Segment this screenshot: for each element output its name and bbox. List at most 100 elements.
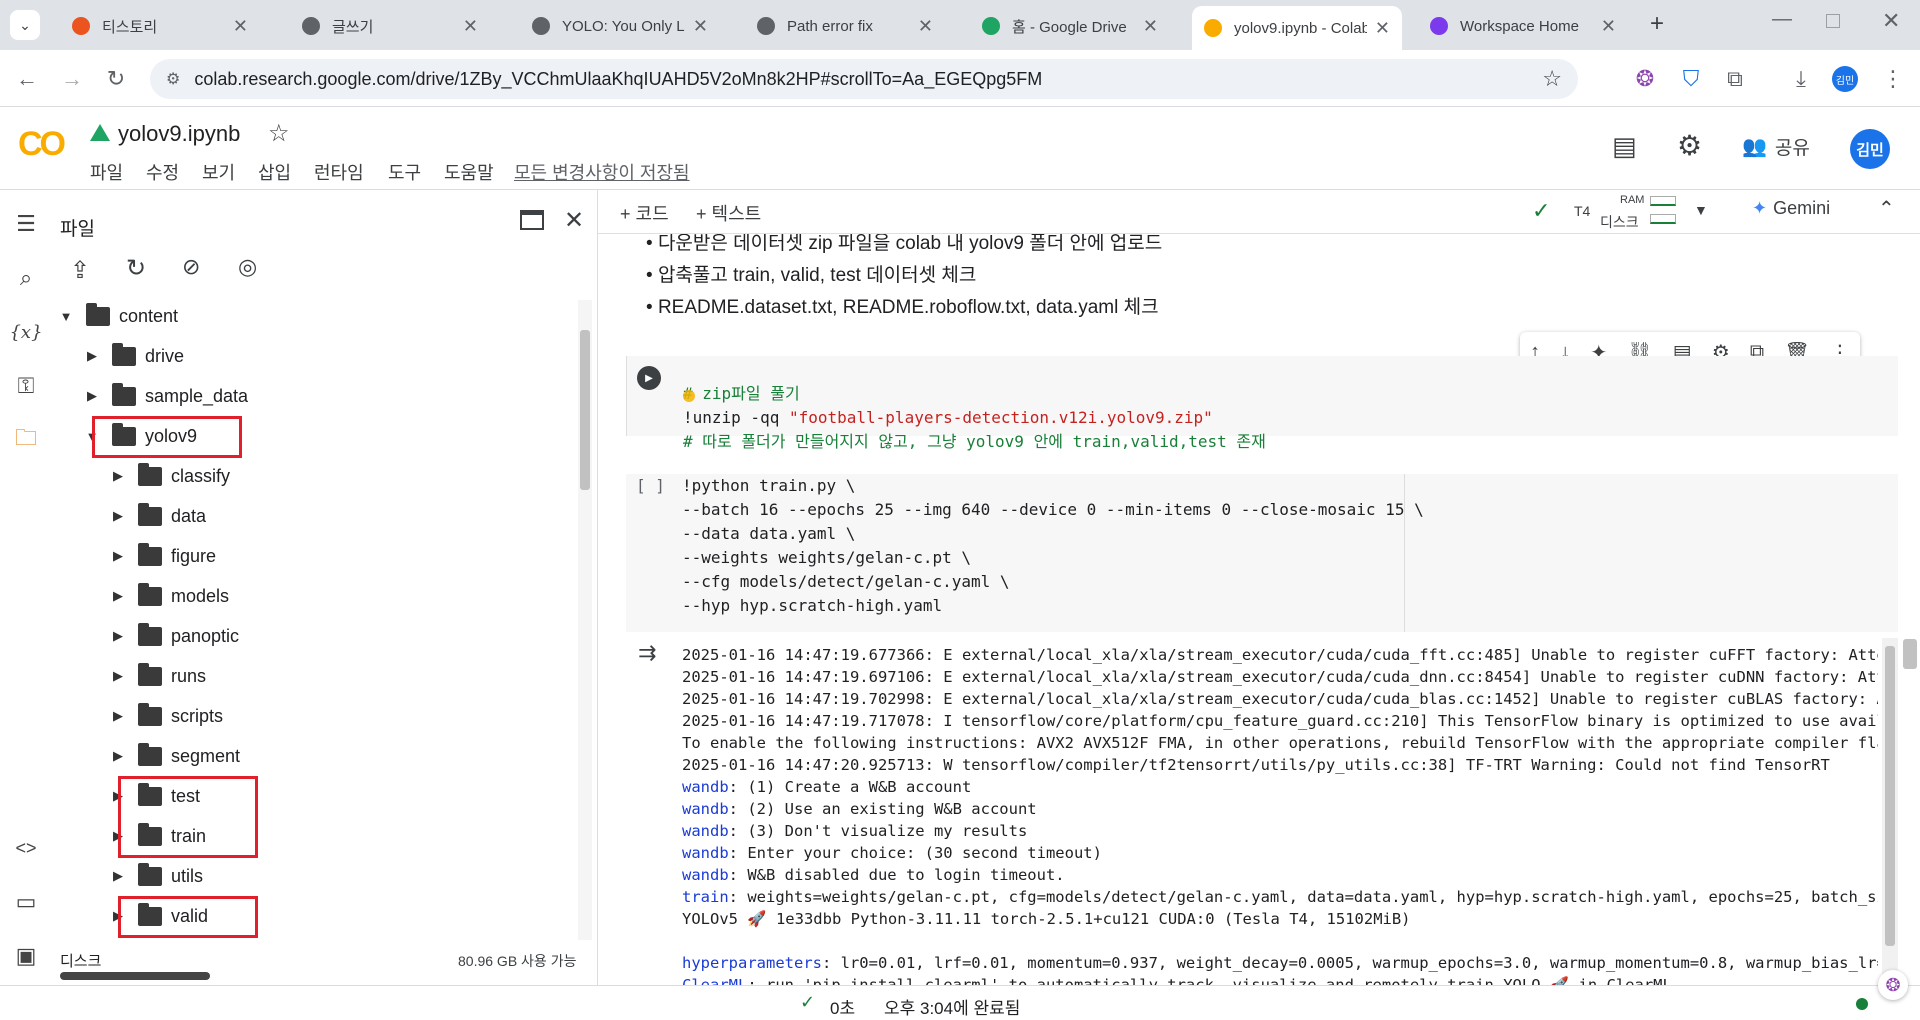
secrets-key-icon[interactable]: ⚿ bbox=[10, 370, 42, 402]
code-cell-unzip[interactable]: ▶ # zip파일 풀기 !unzip -qq "football-players… bbox=[626, 356, 1898, 451]
open-in-tab-icon[interactable] bbox=[520, 210, 544, 230]
menu-help[interactable]: 도움말 bbox=[444, 159, 494, 185]
expand-arrow-icon[interactable]: ▶ bbox=[108, 628, 128, 644]
star-icon[interactable]: ☆ bbox=[268, 119, 290, 148]
restore-icon[interactable] bbox=[1826, 14, 1840, 28]
back-icon[interactable]: ← bbox=[12, 64, 42, 94]
train-code[interactable]: !python train.py \ --batch 16 --epochs 25… bbox=[682, 474, 1424, 618]
close-tab-icon[interactable]: ✕ bbox=[693, 16, 708, 37]
folder-row[interactable]: ▶ utils bbox=[108, 858, 203, 894]
browser-tab[interactable]: Path error fix ✕ bbox=[745, 8, 945, 44]
close-window-icon[interactable]: ✕ bbox=[1882, 8, 1900, 34]
profile-avatar[interactable]: 김민 bbox=[1832, 66, 1858, 92]
site-info-icon[interactable]: ⚙ bbox=[166, 69, 180, 89]
extensions-puzzle-icon[interactable]: ⧉ bbox=[1720, 64, 1750, 94]
page-scrollbar[interactable] bbox=[1903, 639, 1917, 669]
gemini-button[interactable]: ✦ Gemini bbox=[1752, 198, 1830, 219]
browser-menu-icon[interactable]: ⋮ bbox=[1878, 64, 1908, 94]
browser-tab[interactable]: 티스토리 ✕ bbox=[60, 8, 260, 44]
close-tab-icon[interactable]: ✕ bbox=[1143, 16, 1158, 37]
expand-arrow-icon[interactable]: ▶ bbox=[108, 468, 128, 484]
folder-row[interactable]: ▶ drive bbox=[82, 338, 184, 374]
tree-scrollbar[interactable] bbox=[578, 300, 592, 940]
mount-drive-icon[interactable]: ⊘ bbox=[182, 254, 200, 280]
save-status[interactable]: 모든 변경사항이 저장됨 bbox=[514, 159, 690, 185]
gemini-floating-icon[interactable]: ❂ bbox=[1878, 970, 1908, 1000]
menu-insert[interactable]: 삽입 bbox=[258, 159, 291, 185]
folder-row[interactable]: ▶ segment bbox=[108, 738, 240, 774]
settings-gear-icon[interactable]: ⚙ bbox=[1677, 129, 1702, 162]
upload-icon[interactable]: ⇪ bbox=[70, 256, 90, 285]
search-icon[interactable]: ⌕ bbox=[10, 262, 42, 294]
folder-row[interactable]: ▶ classify bbox=[108, 458, 230, 494]
minimize-icon[interactable]: — bbox=[1772, 8, 1792, 31]
terminal-icon[interactable]: ▣ bbox=[10, 940, 42, 972]
browser-tab[interactable]: 홈 - Google Drive ✕ bbox=[970, 8, 1170, 44]
code-snippets-icon[interactable]: <> bbox=[10, 832, 42, 864]
hide-files-icon[interactable]: ◎ bbox=[238, 254, 257, 280]
reload-icon[interactable]: ↻ bbox=[101, 64, 131, 94]
expand-arrow-icon[interactable]: ▶ bbox=[82, 348, 102, 364]
code-cell-train[interactable]: [ ] !python train.py \ --batch 16 --epoch… bbox=[626, 474, 1898, 632]
horizontal-scrollbar[interactable] bbox=[60, 972, 210, 980]
folder-row[interactable]: ▶ sample_data bbox=[82, 378, 248, 414]
menu-view[interactable]: 보기 bbox=[202, 159, 235, 185]
account-avatar[interactable]: 김민 bbox=[1850, 129, 1890, 169]
menu-edit[interactable]: 수정 bbox=[146, 159, 179, 185]
tree-scroll-thumb[interactable] bbox=[580, 330, 590, 490]
output-scrollbar[interactable] bbox=[1882, 638, 1898, 985]
add-text-button[interactable]: + 텍스트 bbox=[696, 200, 761, 226]
close-tab-icon[interactable]: ✕ bbox=[1375, 18, 1390, 39]
browser-tab[interactable]: yolov9.ipynb - Colab ✕ bbox=[1192, 6, 1402, 50]
new-tab-button[interactable]: + bbox=[1650, 10, 1664, 38]
disk-meter[interactable] bbox=[1650, 214, 1676, 224]
close-tab-icon[interactable]: ✕ bbox=[918, 16, 933, 37]
ram-meter[interactable] bbox=[1650, 196, 1676, 206]
expand-arrow-icon[interactable]: ▶ bbox=[108, 548, 128, 564]
expand-arrow-icon[interactable]: ▶ bbox=[108, 508, 128, 524]
collapse-toolbar-icon[interactable]: ⌃ bbox=[1878, 196, 1895, 221]
colab-logo[interactable]: CO bbox=[18, 125, 66, 164]
tab-search-button[interactable]: ⌄ bbox=[10, 10, 40, 40]
refresh-icon[interactable]: ↻ bbox=[126, 254, 146, 283]
close-tab-icon[interactable]: ✕ bbox=[463, 16, 478, 37]
table-of-contents-icon[interactable]: ☰ bbox=[10, 208, 42, 240]
command-palette-icon[interactable]: ▭ bbox=[10, 886, 42, 918]
folder-row[interactable]: ▼ content bbox=[56, 298, 178, 334]
forward-icon[interactable]: → bbox=[57, 64, 87, 94]
files-folder-icon[interactable]: 🗀 bbox=[10, 424, 42, 456]
notebook-title[interactable]: yolov9.ipynb bbox=[118, 121, 240, 147]
folder-row[interactable]: ▶ panoptic bbox=[108, 618, 239, 654]
browser-tab[interactable]: 글쓰기 ✕ bbox=[290, 8, 490, 44]
collapse-arrow-icon[interactable]: ▼ bbox=[56, 309, 76, 324]
expand-arrow-icon[interactable]: ▶ bbox=[108, 708, 128, 724]
close-tab-icon[interactable]: ✕ bbox=[1601, 16, 1616, 37]
extension-brain-icon[interactable]: ❂ bbox=[1630, 64, 1660, 94]
run-cell-button[interactable]: ▶ bbox=[637, 366, 661, 390]
expand-arrow-icon[interactable]: ▶ bbox=[82, 388, 102, 404]
elapsed-time[interactable]: 0초 bbox=[830, 994, 855, 1019]
expand-arrow-icon[interactable]: ▶ bbox=[108, 668, 128, 684]
expand-arrow-icon[interactable]: ▶ bbox=[108, 868, 128, 884]
share-button[interactable]: 👥 공유 bbox=[1742, 133, 1810, 160]
folder-row[interactable]: ▶ scripts bbox=[108, 698, 223, 734]
variables-icon[interactable]: {x} bbox=[9, 316, 42, 348]
output-toggle-icon[interactable]: ⇉ bbox=[638, 640, 656, 666]
menu-file[interactable]: 파일 bbox=[90, 159, 123, 185]
add-code-button[interactable]: + 코드 bbox=[620, 200, 669, 226]
folder-row[interactable]: ▶ runs bbox=[108, 658, 206, 694]
extension-shield-icon[interactable]: ⛉ bbox=[1676, 64, 1706, 94]
resources-dropdown-icon[interactable]: ▼ bbox=[1694, 202, 1708, 218]
close-tab-icon[interactable]: ✕ bbox=[233, 16, 248, 37]
bookmark-star-icon[interactable]: ☆ bbox=[1542, 66, 1562, 92]
expand-arrow-icon[interactable]: ▶ bbox=[108, 588, 128, 604]
browser-tab[interactable]: YOLO: You Only Loo ✕ bbox=[520, 8, 720, 44]
close-panel-icon[interactable]: ✕ bbox=[564, 206, 584, 235]
folder-row[interactable]: ▶ figure bbox=[108, 538, 216, 574]
browser-tab[interactable]: Workspace Home ✕ bbox=[1418, 8, 1628, 44]
menu-runtime[interactable]: 런타임 bbox=[314, 159, 364, 185]
expand-arrow-icon[interactable]: ▶ bbox=[108, 748, 128, 764]
folder-row[interactable]: ▶ data bbox=[108, 498, 206, 534]
output-scroll-thumb[interactable] bbox=[1885, 646, 1895, 946]
completed-time[interactable]: 오후 3:04에 완료됨 bbox=[884, 994, 1020, 1019]
